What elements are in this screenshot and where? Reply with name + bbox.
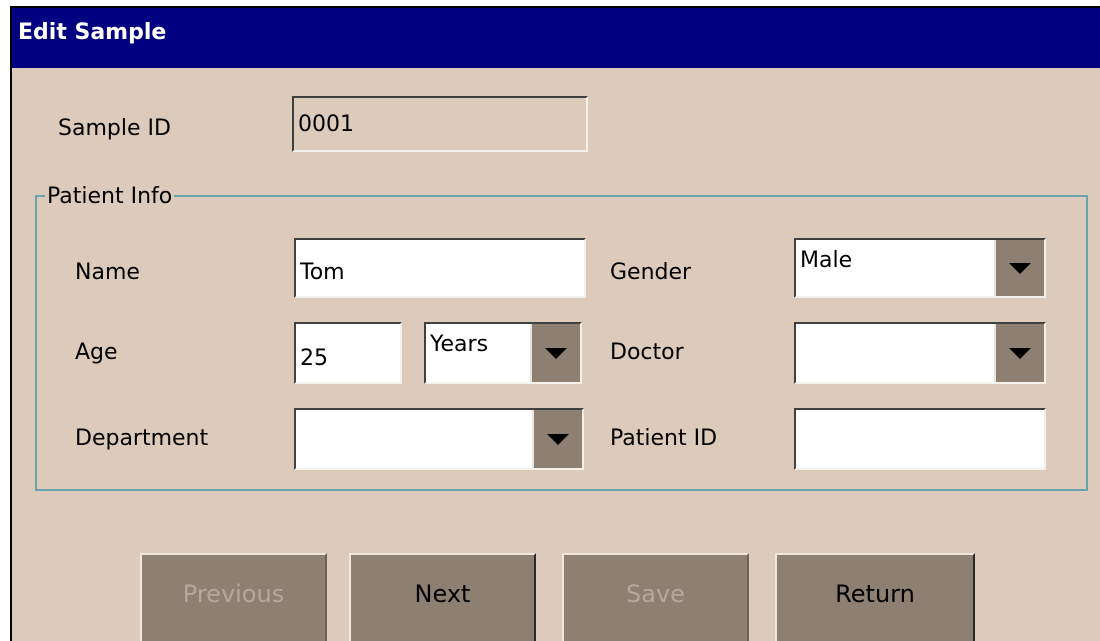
doctor-label: Doctor: [610, 340, 684, 365]
gender-value: Male: [800, 248, 853, 273]
gender-dropdown-button[interactable]: [994, 240, 1044, 296]
sample-id-label: Sample ID: [58, 116, 171, 141]
save-button[interactable]: Save: [562, 553, 749, 641]
department-select[interactable]: [294, 408, 584, 470]
department-label: Department: [75, 426, 209, 451]
age-unit-select[interactable]: Years: [424, 322, 582, 384]
previous-button[interactable]: Previous: [140, 553, 327, 641]
window-title: Edit Sample: [18, 20, 167, 45]
doctor-select[interactable]: [794, 322, 1046, 384]
return-button[interactable]: Return: [775, 553, 975, 641]
doctor-dropdown-button[interactable]: [994, 324, 1044, 382]
edit-sample-window: Edit Sample Sample ID 0001 Patient Info …: [10, 6, 1100, 641]
chevron-down-icon: [545, 348, 567, 359]
patient-id-input[interactable]: [794, 408, 1046, 470]
age-label: Age: [75, 340, 118, 365]
patient-info-caption: Patient Info: [45, 184, 175, 209]
sample-id-value: 0001: [298, 112, 354, 137]
age-input[interactable]: 25: [294, 322, 402, 384]
chevron-down-icon: [1009, 263, 1031, 274]
name-input[interactable]: Tom: [294, 238, 586, 298]
name-value: Tom: [300, 260, 345, 285]
next-button[interactable]: Next: [349, 553, 536, 641]
age-value: 25: [300, 346, 328, 371]
age-unit-dropdown-button[interactable]: [530, 324, 580, 382]
patient-id-label: Patient ID: [610, 426, 718, 451]
chevron-down-icon: [547, 434, 569, 445]
gender-label: Gender: [610, 260, 692, 285]
sample-id-field[interactable]: 0001: [292, 96, 588, 152]
age-unit-value: Years: [430, 332, 489, 357]
department-dropdown-button[interactable]: [532, 410, 582, 468]
title-bar: Edit Sample: [12, 8, 1100, 68]
gender-select[interactable]: Male: [794, 238, 1046, 298]
chevron-down-icon: [1009, 348, 1031, 359]
name-label: Name: [75, 260, 140, 285]
